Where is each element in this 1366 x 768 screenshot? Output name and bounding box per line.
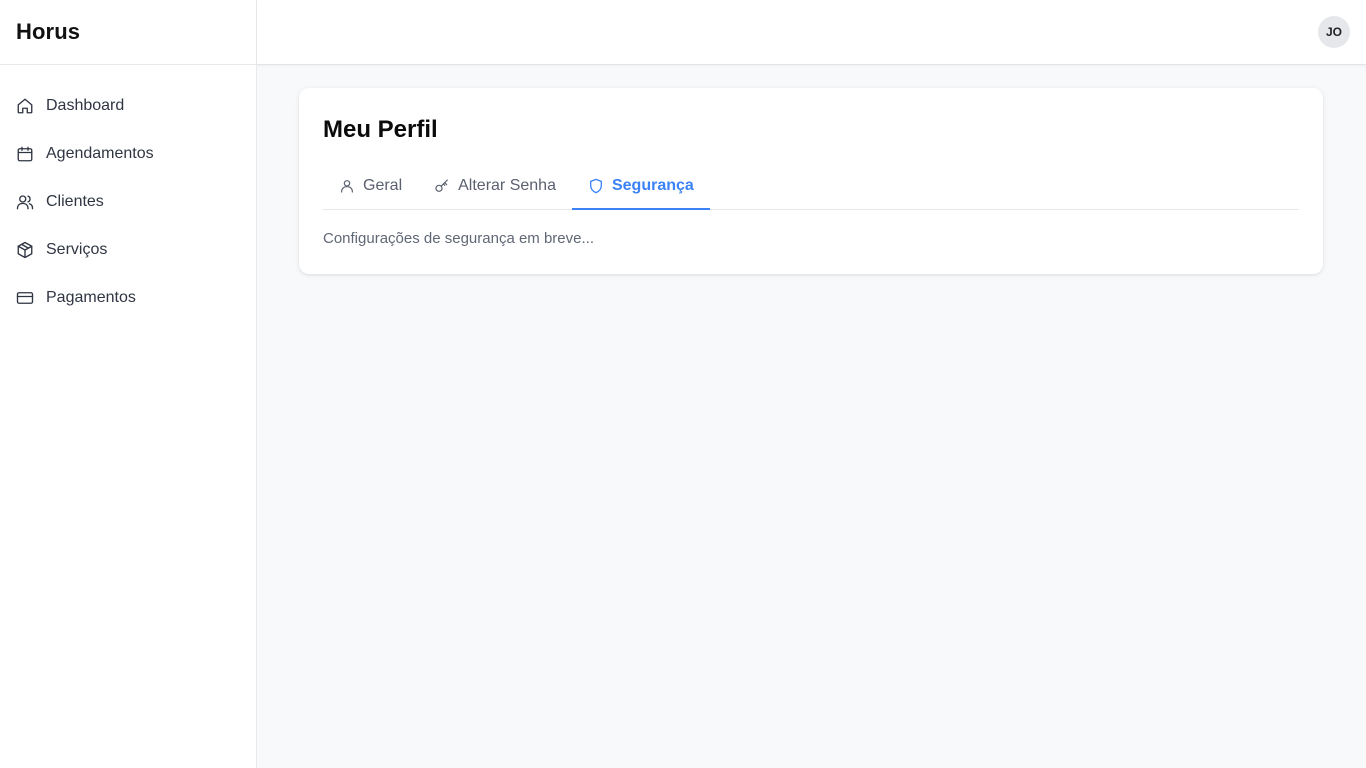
tab-label: Geral [363, 176, 403, 194]
tab-alterar-senha[interactable]: Alterar Senha [418, 162, 572, 209]
top-bar: JO [257, 0, 1366, 65]
profile-tabs: Geral Alterar Senha Segurança [323, 162, 1299, 210]
sidebar-item-clientes[interactable]: Clientes [0, 178, 256, 226]
sidebar-item-dashboard[interactable]: Dashboard [0, 82, 256, 130]
tab-seguranca[interactable]: Segurança [571, 162, 710, 210]
tab-label: Segurança [611, 176, 694, 194]
package-icon [16, 241, 34, 259]
users-icon [16, 193, 34, 211]
key-icon [434, 178, 450, 194]
sidebar-nav: Dashboard Agendamentos Clientes Serviços… [0, 65, 256, 322]
profile-card: Meu Perfil Geral Alterar Senha Segurança… [299, 88, 1323, 274]
page-title: Meu Perfil [323, 116, 438, 143]
sidebar-item-pagamentos[interactable]: Pagamentos [0, 274, 256, 322]
tab-geral[interactable]: Geral [323, 162, 418, 209]
sidebar: Horus Dashboard Agendamentos Clientes Se… [0, 0, 257, 768]
user-icon [339, 178, 355, 194]
tab-label: Alterar Senha [458, 176, 556, 194]
sidebar-item-servicos[interactable]: Serviços [0, 226, 256, 274]
calendar-icon [16, 145, 34, 163]
home-icon [16, 97, 34, 115]
sidebar-item-label: Dashboard [46, 97, 125, 114]
sidebar-item-label: Pagamentos [46, 289, 136, 306]
credit-card-icon [16, 289, 34, 307]
sidebar-item-label: Clientes [46, 193, 104, 210]
app-logo[interactable]: Horus [0, 0, 256, 65]
sidebar-item-label: Agendamentos [46, 145, 154, 162]
security-placeholder-text: Configurações de segurança em breve... [323, 230, 594, 247]
sidebar-item-label: Serviços [46, 241, 108, 258]
shield-icon [588, 178, 604, 194]
sidebar-item-agendamentos[interactable]: Agendamentos [0, 130, 256, 178]
avatar[interactable]: JO [1318, 16, 1350, 48]
